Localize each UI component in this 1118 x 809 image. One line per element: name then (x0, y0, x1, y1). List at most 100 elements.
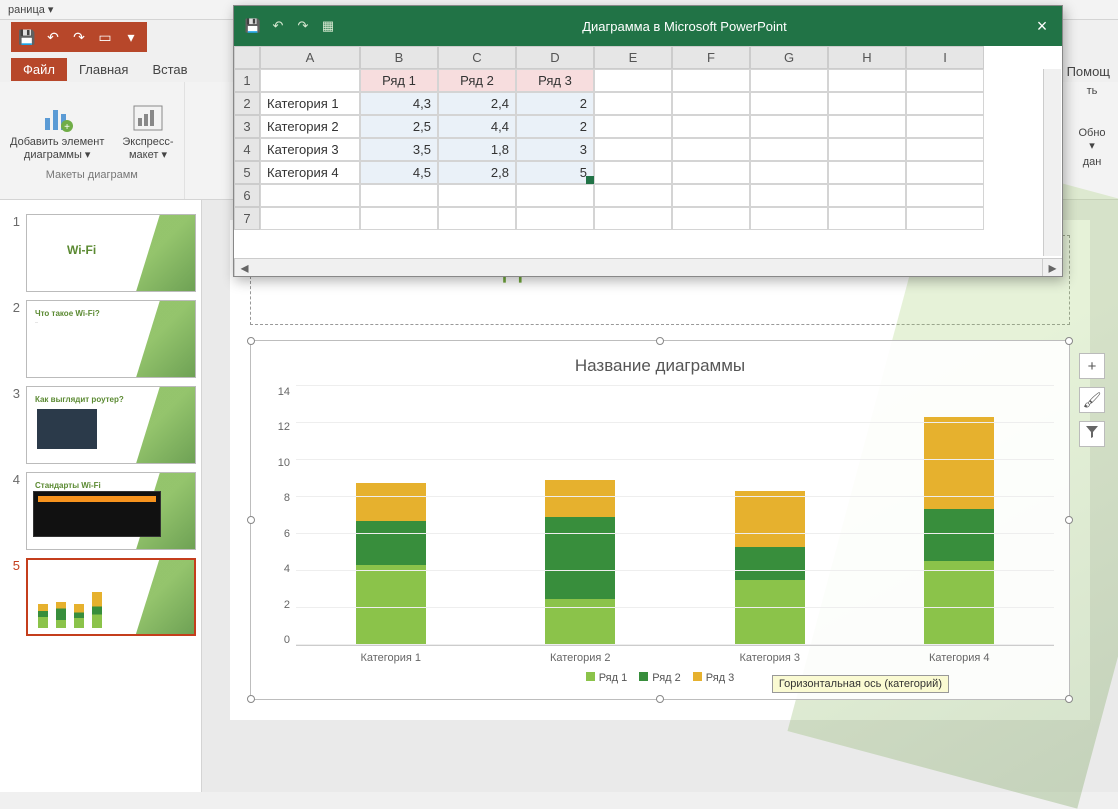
bar-segment[interactable] (356, 483, 426, 520)
slide-thumbnail-panel[interactable]: 1 Wi-Fi 2 Что такое Wi-Fi?... 3 Как выгл… (0, 200, 202, 792)
slide-thumb-3[interactable]: 3 Как выглядит роутер? (0, 382, 201, 468)
bar-segment[interactable] (545, 517, 615, 599)
excel-cell[interactable]: 2,5 (360, 115, 438, 138)
excel-cell[interactable] (672, 138, 750, 161)
bar-segment[interactable] (356, 521, 426, 566)
excel-cell[interactable] (594, 161, 672, 184)
undo-icon[interactable]: ↶ (42, 26, 64, 48)
resize-handle[interactable] (656, 695, 664, 703)
excel-cell[interactable] (360, 207, 438, 230)
x-tick-label[interactable]: Категория 2 (550, 652, 611, 664)
resize-handle[interactable] (656, 337, 664, 345)
excel-row[interactable]: 5Категория 44,52,85 (234, 161, 1062, 184)
excel-cell[interactable] (906, 184, 984, 207)
resize-handle[interactable] (1065, 695, 1073, 703)
excel-icon[interactable]: ▦ (317, 15, 339, 37)
excel-cell[interactable]: Ряд 3 (516, 69, 594, 92)
row-header[interactable]: 6 (234, 184, 260, 207)
help-tab[interactable]: Помощ (1059, 60, 1118, 83)
excel-cell[interactable]: 4,4 (438, 115, 516, 138)
chart-data-excel-window[interactable]: 💾 ↶ ↷ ▦ Диаграмма в Microsoft PowerPoint… (233, 5, 1063, 277)
scroll-left-icon[interactable]: ◂ (234, 259, 254, 276)
excel-cell[interactable] (360, 184, 438, 207)
col-header[interactable]: B (360, 46, 438, 69)
chart-bars-area[interactable] (296, 386, 1054, 646)
bar-segment[interactable] (545, 480, 615, 517)
excel-cell[interactable] (906, 115, 984, 138)
excel-cell[interactable] (750, 207, 828, 230)
row-header[interactable]: 7 (234, 207, 260, 230)
excel-cell[interactable]: Категория 2 (260, 115, 360, 138)
excel-cell[interactable] (594, 138, 672, 161)
bar-segment[interactable] (735, 491, 805, 547)
context-tab[interactable]: раница ▾ (0, 3, 61, 16)
excel-cell[interactable]: Категория 4 (260, 161, 360, 184)
resize-handle[interactable] (1065, 337, 1073, 345)
tab-file[interactable]: Файл (11, 58, 67, 81)
row-header[interactable]: 2 (234, 92, 260, 115)
bar-column[interactable] (356, 483, 426, 645)
excel-cell[interactable] (906, 92, 984, 115)
excel-row[interactable]: 7 (234, 207, 1062, 230)
chart-object[interactable]: Название диаграммы 02468101214 Категория… (250, 340, 1070, 700)
x-tick-label[interactable]: Категория 3 (739, 652, 800, 664)
excel-cell[interactable]: 3 (516, 138, 594, 161)
col-header[interactable]: H (828, 46, 906, 69)
excel-grid[interactable]: A B C D E F G H I 1Ряд 1Ряд 2Ряд 32Катег… (234, 46, 1062, 258)
slide-canvas[interactable]: Заголовок слайда Название диаграммы 0246… (230, 220, 1090, 720)
excel-cell[interactable] (750, 92, 828, 115)
excel-row[interactable]: 1Ряд 1Ряд 2Ряд 3 (234, 69, 1062, 92)
excel-cell[interactable] (828, 115, 906, 138)
excel-cell[interactable] (906, 207, 984, 230)
excel-cell[interactable] (906, 138, 984, 161)
excel-cell[interactable] (260, 207, 360, 230)
quick-layout-button[interactable]: Экспресс- макет ▾ (122, 100, 173, 161)
redo-icon[interactable]: ↷ (292, 15, 314, 37)
redo-icon[interactable]: ↷ (68, 26, 90, 48)
slideshow-icon[interactable]: ▭ (94, 26, 116, 48)
excel-horizontal-scrollbar[interactable]: ◂ ▸ (234, 258, 1062, 276)
bar-column[interactable] (924, 417, 994, 645)
excel-cell[interactable]: 5 (516, 161, 594, 184)
excel-cell[interactable]: 2 (516, 115, 594, 138)
more-icon[interactable]: ▾ (120, 26, 142, 48)
excel-cell[interactable] (594, 207, 672, 230)
excel-cell[interactable]: 4,3 (360, 92, 438, 115)
col-header[interactable]: F (672, 46, 750, 69)
row-header[interactable]: 3 (234, 115, 260, 138)
legend-item[interactable]: Ряд 2 (639, 672, 681, 684)
bar-column[interactable] (545, 480, 615, 645)
excel-cell[interactable]: 2,4 (438, 92, 516, 115)
slide-thumb-5[interactable]: 5 (0, 554, 201, 640)
undo-icon[interactable]: ↶ (267, 15, 289, 37)
excel-cell[interactable] (672, 161, 750, 184)
legend-item[interactable]: Ряд 3 (693, 672, 735, 684)
legend-item[interactable]: Ряд 1 (586, 672, 628, 684)
excel-cell[interactable]: 1,8 (438, 138, 516, 161)
excel-vertical-scrollbar[interactable] (1043, 69, 1061, 256)
resize-handle[interactable] (247, 516, 255, 524)
x-tick-label[interactable]: Категория 1 (360, 652, 421, 664)
save-icon[interactable]: 💾 (242, 15, 264, 37)
excel-cell[interactable] (750, 138, 828, 161)
chart-title[interactable]: Название диаграммы (266, 356, 1054, 376)
col-header[interactable]: I (906, 46, 984, 69)
slide-thumb-4[interactable]: 4 Стандарты Wi-Fi (0, 468, 201, 554)
col-header[interactable]: D (516, 46, 594, 69)
excel-cell[interactable] (594, 115, 672, 138)
excel-cell[interactable]: Ряд 2 (438, 69, 516, 92)
row-header[interactable]: 5 (234, 161, 260, 184)
excel-row[interactable]: 6 (234, 184, 1062, 207)
col-header[interactable]: E (594, 46, 672, 69)
chart-x-axis[interactable]: Категория 1 Категория 2 Категория 3 Категор… (296, 652, 1054, 664)
x-tick-label[interactable]: Категория 4 (929, 652, 990, 664)
excel-cell[interactable] (750, 69, 828, 92)
tab-home[interactable]: Главная (67, 58, 140, 81)
bar-segment[interactable] (356, 565, 426, 645)
excel-titlebar[interactable]: 💾 ↶ ↷ ▦ Диаграмма в Microsoft PowerPoint… (234, 6, 1062, 46)
select-all-corner[interactable] (234, 46, 260, 69)
tab-insert[interactable]: Встав (140, 58, 199, 81)
bar-column[interactable] (735, 491, 805, 645)
save-icon[interactable]: 💾 (16, 26, 38, 48)
slide-thumb-2[interactable]: 2 Что такое Wi-Fi?... (0, 296, 201, 382)
